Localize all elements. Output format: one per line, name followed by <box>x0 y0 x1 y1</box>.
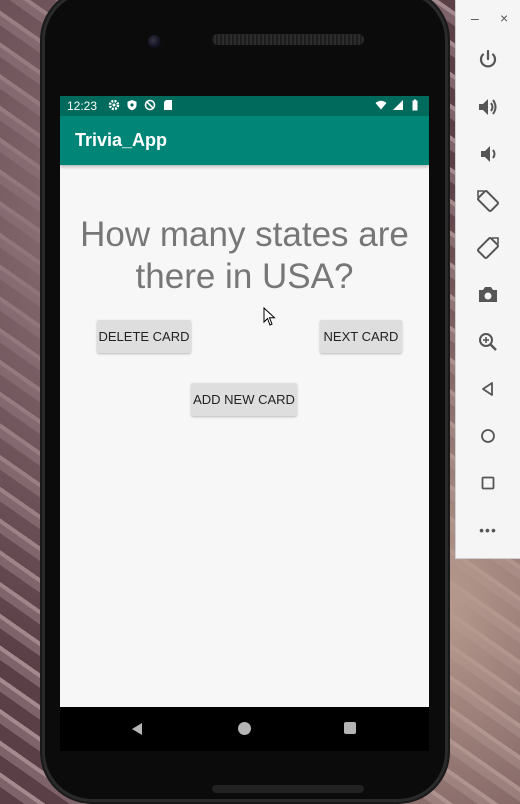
home-icon[interactable] <box>476 424 500 448</box>
emulator-toolbar: – × ••• <box>455 0 520 559</box>
cell-signal-icon <box>393 100 403 110</box>
camera-icon[interactable] <box>476 283 500 307</box>
status-time: 12:23 <box>67 99 98 113</box>
wifi-icon <box>375 100 387 110</box>
add-new-card-button[interactable]: ADD NEW CARD <box>191 383 297 416</box>
shield-icon <box>127 100 137 111</box>
front-camera <box>148 35 161 48</box>
navigation-bar <box>60 707 429 751</box>
app-bar: Trivia_App <box>60 116 429 165</box>
battery-icon <box>412 99 418 111</box>
mouse-cursor-icon <box>263 307 276 326</box>
settings-icon <box>108 99 120 111</box>
volume-up-icon[interactable] <box>476 95 500 119</box>
more-icon[interactable]: ••• <box>476 518 500 542</box>
zoom-icon[interactable] <box>476 330 500 354</box>
back-icon[interactable] <box>476 377 500 401</box>
device-screen: 12:23 Trivia_App How many states are the… <box>60 96 429 743</box>
rotate-left-icon[interactable] <box>476 189 500 213</box>
overview-icon[interactable] <box>476 471 500 495</box>
power-icon[interactable] <box>476 48 500 72</box>
do-not-disturb-icon <box>144 99 156 111</box>
nav-back-icon[interactable] <box>130 722 144 736</box>
sd-card-icon <box>164 100 172 110</box>
status-bar: 12:23 <box>60 96 429 116</box>
bottom-speaker <box>212 785 364 793</box>
app-title: Trivia_App <box>75 130 168 150</box>
nav-home-icon[interactable] <box>238 722 251 735</box>
volume-down-icon[interactable] <box>476 142 500 166</box>
rotate-right-icon[interactable] <box>476 236 500 260</box>
earpiece-speaker <box>212 34 364 45</box>
delete-card-button[interactable]: DELETE CARD <box>97 320 191 353</box>
minimize-button[interactable]: – <box>471 10 479 26</box>
next-card-button[interactable]: NEXT CARD <box>320 320 402 353</box>
question-text: How many states are there in USA? <box>80 215 409 296</box>
close-button[interactable]: × <box>500 10 508 26</box>
nav-recents-icon[interactable] <box>344 722 356 734</box>
